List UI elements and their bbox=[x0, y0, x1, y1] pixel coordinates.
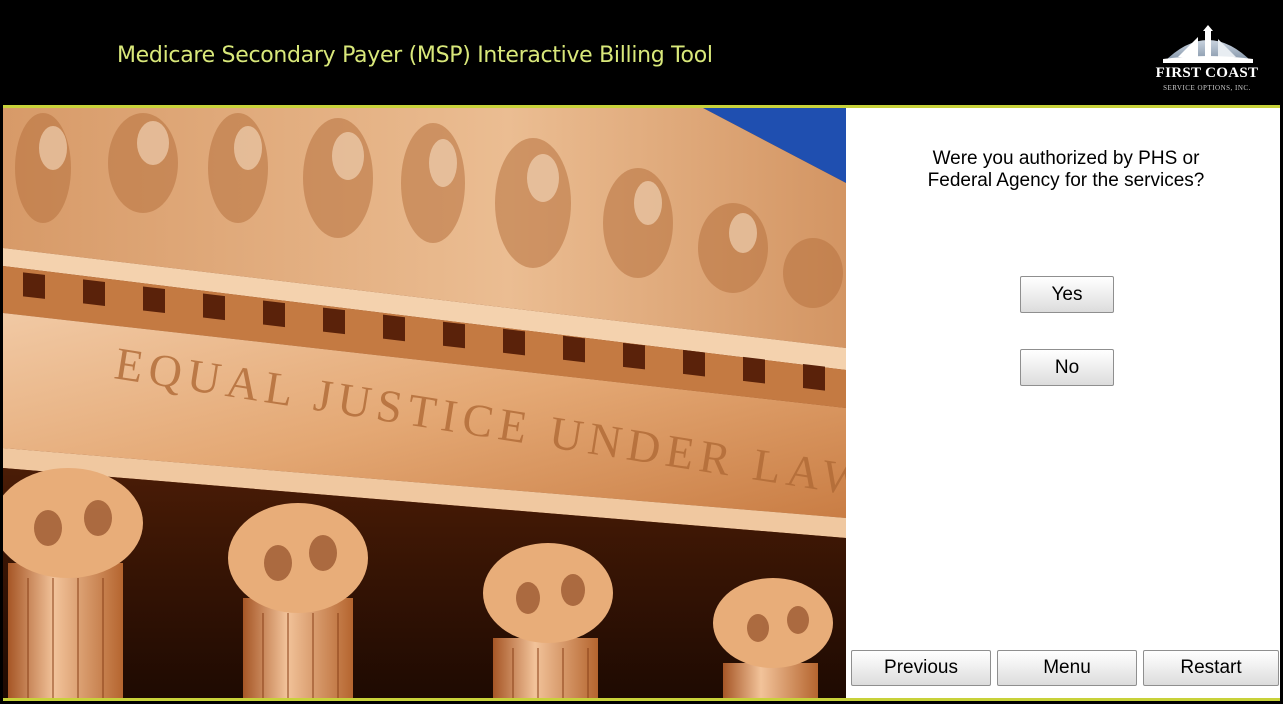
question-panel: Were you authorized by PHS or Federal Ag… bbox=[846, 108, 1280, 698]
logo-name: FIRST COAST bbox=[1155, 65, 1259, 81]
previous-button[interactable]: Previous bbox=[851, 650, 991, 686]
app-title: Medicare Secondary Payer (MSP) Interacti… bbox=[117, 43, 713, 68]
question-text: Were you authorized by PHS or Federal Ag… bbox=[866, 148, 1266, 192]
supreme-court-photo: EQUAL JUSTICE UNDER LAW bbox=[3, 108, 846, 698]
yes-button[interactable]: Yes bbox=[1020, 276, 1114, 313]
restart-button[interactable]: Restart bbox=[1143, 650, 1279, 686]
logo-subtitle: SERVICE OPTIONS, INC. bbox=[1163, 84, 1251, 92]
first-coast-logo: FIRST COAST SERVICE OPTIONS, INC. bbox=[1142, 23, 1272, 95]
lighthouse-logo-icon bbox=[1163, 25, 1253, 63]
menu-button[interactable]: Menu bbox=[997, 650, 1137, 686]
no-button[interactable]: No bbox=[1020, 349, 1114, 386]
header-bar: Medicare Secondary Payer (MSP) Interacti… bbox=[3, 3, 1280, 105]
question-line-2: Federal Agency for the services? bbox=[927, 170, 1205, 191]
footer-accent-line bbox=[3, 698, 1280, 701]
question-line-1: Were you authorized by PHS or bbox=[932, 148, 1200, 169]
